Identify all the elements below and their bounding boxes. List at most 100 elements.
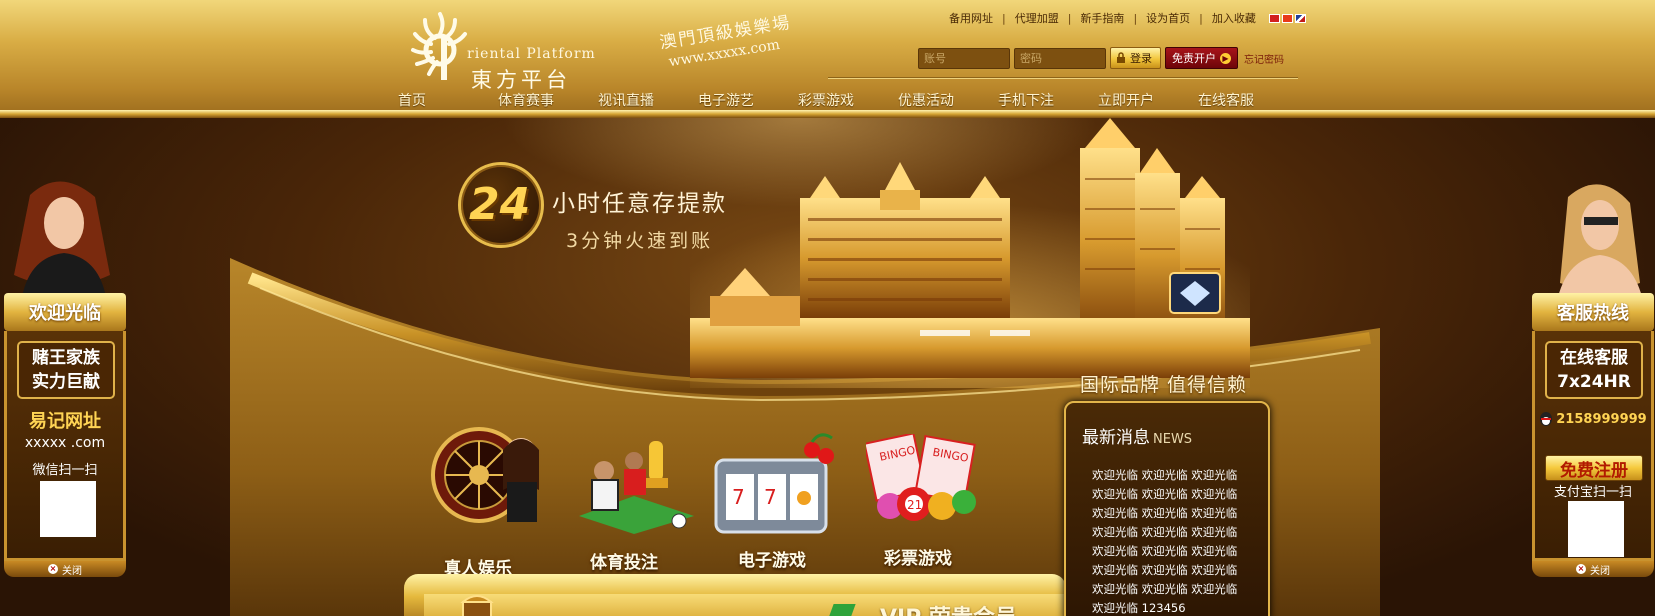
login-bar: 登录 免责开户 ▶ 忘记密码 <box>918 47 1284 69</box>
left-float-panel: 欢迎光临 赌王家族 实力巨献 易记网址 xxxxx .com 微信扫一扫 × 关… <box>0 175 127 585</box>
password-input[interactable] <box>1014 47 1106 69</box>
hk-flag-icon[interactable] <box>1268 13 1280 23</box>
left-float-body: 赌王家族 实力巨献 易记网址 xxxxx .com 微信扫一扫 <box>4 331 126 561</box>
news-item[interactable]: 欢迎光临 123456 <box>1092 599 1237 616</box>
site-logo[interactable]: riental Platform 東方平台 <box>405 6 605 92</box>
uk-flag-icon[interactable] <box>1294 13 1306 23</box>
right-float-panel: 客服热线 在线客服 7x24HR 2158999999 免费注册 支付宝扫一扫 … <box>1528 175 1655 585</box>
language-flags <box>1268 13 1306 23</box>
nav-item-slots[interactable]: 电子游艺 <box>698 90 798 110</box>
sun-logo-icon <box>411 12 467 80</box>
left-float-header: 欢迎光临 <box>4 293 126 331</box>
qq-penguin-icon <box>1540 412 1553 426</box>
close-label: 关闭 <box>62 565 82 577</box>
support-box[interactable]: 在线客服 7x24HR <box>1545 341 1643 399</box>
nav-item-mobile[interactable]: 手机下注 <box>998 90 1098 110</box>
free-register-button[interactable]: 免费注册 <box>1545 455 1643 481</box>
game-lottery[interactable]: BINGO BINGO 21 <box>863 432 986 544</box>
game-label-sports[interactable]: 体育投注 <box>590 548 658 573</box>
24-hour-badge: 24 <box>458 162 544 248</box>
alipay-qr-code <box>1568 501 1624 557</box>
register-button-label: 免责开户 <box>1172 52 1216 65</box>
soccer-icon <box>579 441 694 534</box>
news-title: 最新消息 NEWS <box>1082 423 1192 448</box>
right-float-body: 在线客服 7x24HR 2158999999 免费注册 支付宝扫一扫 <box>1532 331 1654 561</box>
qq-number: 2158999999 <box>1556 411 1647 427</box>
register-button[interactable]: 免责开户 ▶ <box>1165 47 1238 69</box>
promo-box: 赌王家族 实力巨献 <box>17 341 115 399</box>
news-item[interactable]: 欢迎光临 欢迎光临 欢迎光临 <box>1092 466 1237 485</box>
news-item[interactable]: 欢迎光临 欢迎光临 欢迎光临 <box>1092 523 1237 542</box>
alipay-scan-label: 支付宝扫一扫 <box>1553 485 1632 500</box>
top-link-backup-url[interactable]: 备用网址 <box>940 10 1002 26</box>
top-link-guide[interactable]: 新手指南 <box>1071 10 1133 26</box>
login-button-label: 登录 <box>1130 52 1152 65</box>
svg-text:7: 7 <box>764 485 777 509</box>
site-header: riental Platform 東方平台 澳門頂級娛樂場 www.xxxxx.… <box>0 0 1655 118</box>
lock-icon <box>1117 52 1125 63</box>
slot-machine-icon: 7 7 <box>714 433 834 534</box>
promo-box-line2: 实力巨献 <box>32 372 100 392</box>
nav-item-support[interactable]: 在线客服 <box>1198 90 1298 110</box>
right-float-header: 客服热线 <box>1532 293 1654 331</box>
nav-item-promotions[interactable]: 优惠活动 <box>898 90 998 110</box>
promo-box-line1: 赌王家族 <box>32 348 100 368</box>
cn-flag-icon[interactable] <box>1281 13 1293 23</box>
roulette-icon <box>431 427 539 523</box>
game-sports[interactable] <box>574 436 694 546</box>
news-item[interactable]: 欢迎光临 欢迎光临 欢迎光临 <box>1092 580 1237 599</box>
wechat-scan-label: 微信扫一扫 <box>32 463 98 478</box>
news-panel: 最新消息 NEWS 欢迎光临 欢迎光临 欢迎光临 欢迎光临 欢迎光临 欢迎光临 欢… <box>1064 401 1270 616</box>
news-title-cn: 最新消息 <box>1082 428 1150 448</box>
news-title-en: NEWS <box>1153 432 1193 447</box>
news-item[interactable]: 欢迎光临 欢迎光临 欢迎光临 <box>1092 542 1237 561</box>
wechat-qr-code <box>40 481 96 537</box>
news-item[interactable]: 欢迎光临 欢迎光临 欢迎光临 <box>1092 485 1237 504</box>
hero-banner: 24 小时任意存提款 3分钟火速到账 国际品牌 值得信赖 真人娱乐 体育投注 7… <box>0 118 1655 616</box>
svg-text:21: 21 <box>907 498 922 512</box>
badge-number: 24 <box>469 179 531 230</box>
support-box-line2: 7x24HR <box>1557 372 1631 392</box>
game-slots[interactable]: 7 7 <box>712 430 842 548</box>
news-list: 欢迎光临 欢迎光临 欢迎光临 欢迎光临 欢迎光临 欢迎光临 欢迎光临 欢迎光临 … <box>1092 466 1237 616</box>
header-slogan: 澳門頂級娛樂場 www.xxxxx.com <box>657 8 795 71</box>
header-divider <box>828 77 1298 78</box>
qq-contact[interactable]: 2158999999 <box>1535 411 1651 427</box>
main-nav: 首页 体育赛事 视讯直播 电子游艺 彩票游戏 优惠活动 手机下注 立即开户 在线… <box>398 90 1298 110</box>
hostess-avatar <box>1558 184 1642 297</box>
login-button[interactable]: 登录 <box>1110 47 1161 69</box>
forgot-password-link[interactable]: 忘记密码 <box>1244 51 1284 66</box>
left-float-close-button[interactable]: × 关闭 <box>4 561 126 577</box>
game-label-lottery[interactable]: 彩票游戏 <box>884 544 952 569</box>
top-link-bookmark[interactable]: 加入收藏 <box>1203 10 1265 26</box>
game-label-slots[interactable]: 电子游戏 <box>738 546 806 571</box>
support-box-line1: 在线客服 <box>1560 348 1628 368</box>
treasure-chest-icon <box>460 595 494 616</box>
nav-item-open-account[interactable]: 立即开户 <box>1098 90 1198 110</box>
nav-item-live[interactable]: 视讯直播 <box>598 90 698 110</box>
logo-english: riental Platform <box>467 46 596 62</box>
top-links: 备用网址 | 代理加盟 | 新手指南 | 设为首页 | 加入收藏 <box>940 10 1306 26</box>
header-bottom-border <box>0 110 1655 118</box>
top-link-set-home[interactable]: 设为首页 <box>1137 10 1199 26</box>
brand-slogan: 国际品牌 值得信赖 <box>1080 374 1248 396</box>
nav-item-home[interactable]: 首页 <box>398 90 498 110</box>
username-input[interactable] <box>918 47 1010 69</box>
nav-item-sports[interactable]: 体育赛事 <box>498 90 598 110</box>
right-float-close-button[interactable]: × 关闭 <box>1532 561 1654 577</box>
site-url-label[interactable]: xxxxx .com <box>7 435 123 451</box>
casino-building-illustration <box>690 118 1250 388</box>
game-live-casino[interactable] <box>424 420 554 550</box>
vip-title: VIP 萤贵会员 <box>880 600 1017 616</box>
svg-text:7: 7 <box>732 485 745 509</box>
bingo-icon: BINGO BINGO 21 <box>863 432 976 521</box>
close-label: 关闭 <box>1590 565 1610 577</box>
nav-item-lottery[interactable]: 彩票游戏 <box>798 90 898 110</box>
top-link-agent[interactable]: 代理加盟 <box>1006 10 1068 26</box>
close-icon: × <box>1576 564 1586 574</box>
arrow-right-icon: ▶ <box>1220 52 1231 64</box>
news-item[interactable]: 欢迎光临 欢迎光临 欢迎光临 <box>1092 504 1237 523</box>
remember-url-label: 易记网址 <box>29 411 101 432</box>
news-item[interactable]: 欢迎光临 欢迎光临 欢迎光临 <box>1092 561 1237 580</box>
hostess-avatar <box>14 181 110 297</box>
